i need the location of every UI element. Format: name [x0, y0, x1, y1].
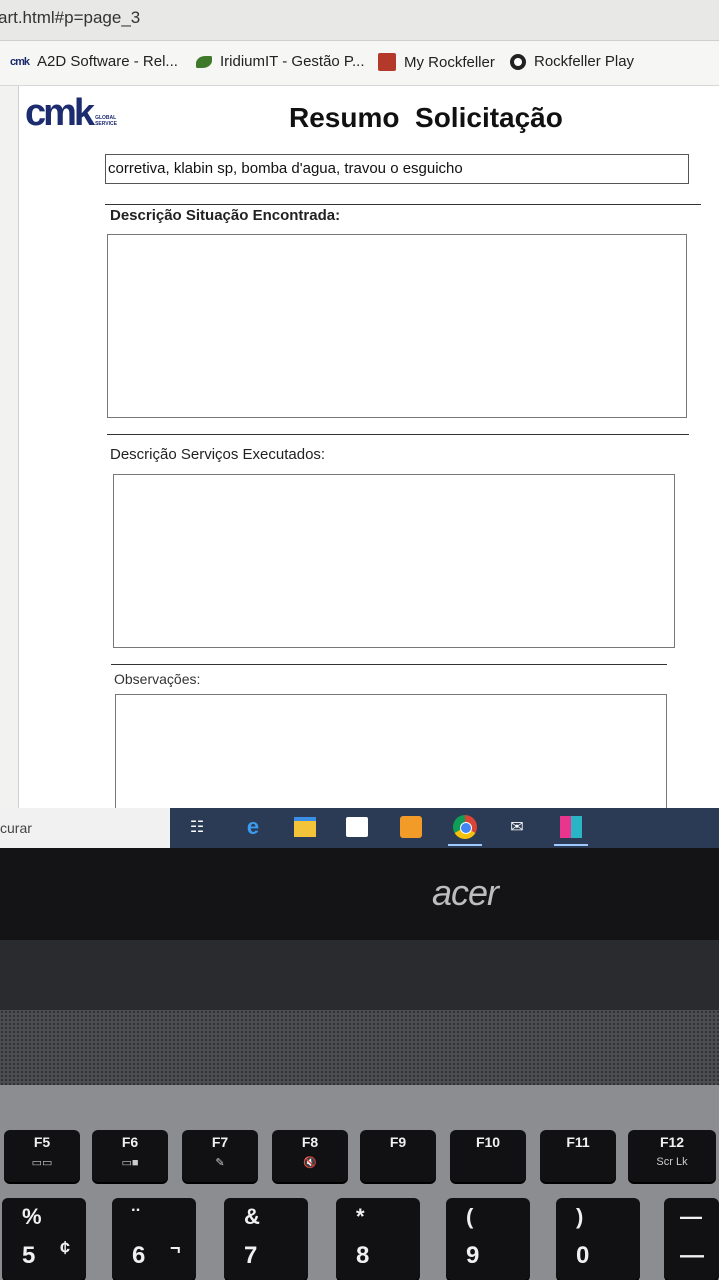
url-text[interactable]: art.html#p=page_3	[0, 8, 140, 28]
key-label: 5	[22, 1242, 36, 1269]
bookmark-iridiumit[interactable]: IridiumIT - Gestão P...	[196, 53, 365, 70]
address-bar[interactable]: art.html#p=page_3	[0, 0, 719, 41]
found-situation-label: Descrição Situação Encontrada:	[110, 207, 341, 224]
key-shift-label: &	[244, 1204, 260, 1229]
key-f6[interactable]: F6 ▭■	[92, 1130, 168, 1182]
key-sublabel: ✎	[215, 1157, 225, 1169]
key-f10[interactable]: F10	[450, 1130, 526, 1182]
key-shift-label: —	[680, 1204, 702, 1229]
key-label: F8	[301, 1134, 319, 1150]
key-sublabel: 🔇	[303, 1157, 317, 1169]
key-f9[interactable]: F9	[360, 1130, 436, 1182]
mail-icon[interactable]: ✉	[504, 814, 530, 840]
key-9[interactable]: ( 9	[446, 1198, 530, 1280]
speaker-grille	[0, 1010, 719, 1085]
page-title: Resumo Solicitação	[289, 102, 563, 133]
bookmark-label: My Rockfeller	[404, 53, 495, 71]
key-f5[interactable]: F5 ▭▭	[4, 1130, 80, 1182]
services-executed-box[interactable]	[113, 474, 675, 648]
key-6[interactable]: ¨ 6 ¬	[112, 1198, 196, 1280]
key-f11[interactable]: F11	[540, 1130, 616, 1182]
key-shift-label: %	[22, 1204, 42, 1229]
key-f8[interactable]: F8 🔇	[272, 1130, 348, 1182]
bookmark-a2d[interactable]: cmk A2D Software - Rel...	[10, 53, 178, 70]
key-label: F9	[389, 1134, 407, 1150]
bookmark-label: Rockfeller Play	[534, 53, 635, 70]
play-icon	[510, 53, 526, 70]
key-shift-label: )	[576, 1204, 584, 1229]
key-label: F7	[211, 1134, 229, 1150]
laptop-screen: art.html#p=page_3 cmk A2D Software - Rel…	[0, 0, 719, 848]
key-f7[interactable]: F7 ✎	[182, 1130, 258, 1182]
key-label: 0	[576, 1242, 590, 1269]
key-8[interactable]: * 8	[336, 1198, 420, 1280]
section-divider	[111, 664, 667, 665]
key-label: F6	[121, 1134, 139, 1150]
file-explorer-icon[interactable]	[292, 814, 318, 840]
rockfeller-icon	[378, 53, 396, 71]
key-0[interactable]: ) 0	[556, 1198, 640, 1280]
bookmarks-bar: cmk A2D Software - Rel... IridiumIT - Ge…	[0, 41, 719, 86]
chrome-icon[interactable]	[448, 814, 482, 846]
brand-logo: acer	[432, 872, 499, 913]
key-label: 6	[132, 1242, 146, 1269]
screen-bezel: acer	[0, 848, 719, 940]
key-minus[interactable]: — —	[664, 1198, 719, 1280]
hinge	[0, 940, 719, 1010]
key-label: F5	[33, 1134, 51, 1150]
key-shift-label: ¨	[132, 1204, 140, 1229]
edge-icon[interactable]: e	[240, 814, 266, 840]
key-sublabel: Scr Lk	[656, 1156, 688, 1168]
key-label: 7	[244, 1242, 258, 1269]
company-logo: cmk GLOBAL SERVICE	[25, 92, 129, 135]
key-sublabel: ▭▭	[31, 1157, 53, 1169]
logo-text: cmk	[25, 92, 95, 134]
leaf-icon	[196, 55, 212, 68]
key-alt-label: ¬	[170, 1238, 181, 1258]
key-7[interactable]: & 7	[224, 1198, 308, 1280]
key-label: F11	[566, 1134, 590, 1150]
key-shift-label: (	[466, 1204, 474, 1229]
notes-label: Observações:	[114, 671, 201, 687]
key-label: F12	[659, 1134, 685, 1150]
key-5[interactable]: % 5 ¢	[2, 1198, 86, 1280]
section-divider	[105, 204, 701, 205]
key-label: —	[680, 1242, 704, 1269]
bookmark-rockfeller-play[interactable]: Rockfeller Play	[510, 53, 634, 70]
sublime-icon[interactable]	[398, 814, 424, 840]
task-view-icon[interactable]: ☷	[184, 814, 210, 840]
found-situation-box[interactable]	[107, 234, 687, 418]
key-label: F10	[475, 1134, 501, 1150]
section-divider	[107, 434, 689, 435]
bookmark-my-rockfeller[interactable]: My Rockfeller	[378, 53, 495, 71]
subject-field: corretiva, klabin sp, bomba d'agua, trav…	[105, 154, 689, 184]
taskbar-search[interactable]: curar	[0, 808, 170, 848]
key-label: 9	[466, 1242, 480, 1269]
key-label: 8	[356, 1242, 370, 1269]
key-f12[interactable]: F12 Scr Lk	[628, 1130, 716, 1182]
bookmark-label: A2D Software - Rel...	[37, 53, 178, 70]
key-alt-label: ¢	[60, 1238, 71, 1258]
key-shift-label: *	[356, 1204, 365, 1229]
store-icon[interactable]	[344, 814, 370, 840]
app-icon[interactable]	[554, 814, 588, 846]
services-executed-label: Descrição Serviços Executados:	[110, 446, 326, 463]
report-page: cmk GLOBAL SERVICE Resumo Solicitação co…	[18, 86, 719, 816]
notes-box[interactable]	[115, 694, 667, 816]
bookmark-label: IridiumIT - Gestão P...	[220, 53, 365, 70]
cmk-icon: cmk	[10, 55, 30, 68]
key-sublabel: ▭■	[121, 1157, 139, 1169]
logo-subtitle: GLOBAL SERVICE	[95, 115, 117, 127]
taskbar: curar ☷ e ✉	[0, 808, 719, 848]
